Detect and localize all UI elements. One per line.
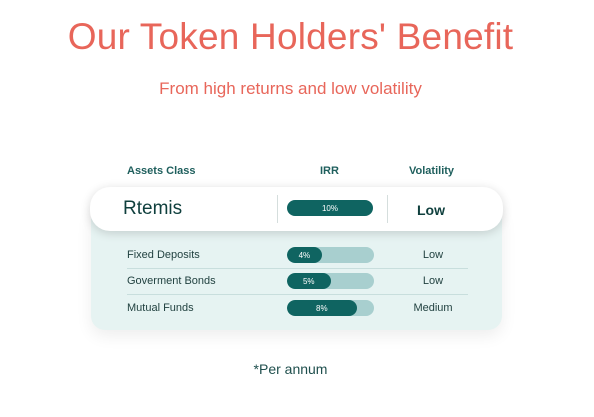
page-subtitle: From high returns and low volatility: [159, 79, 422, 98]
header-volatility: Volatility: [409, 165, 455, 177]
asset-name: Goverment Bonds: [127, 275, 216, 287]
table-row: Mutual Funds 8% Medium: [127, 296, 468, 322]
irr-bar-fill: 8%: [287, 300, 357, 316]
irr-bar-fill: 5%: [287, 273, 331, 289]
irr-bar-fill: 4%: [287, 247, 322, 263]
page-title: Our Token Holders' Benefit: [67, 16, 514, 57]
irr-bar-track: 5%: [287, 273, 374, 289]
header-irr: IRR: [320, 165, 339, 177]
table-row: Fixed Deposits 4% Low: [127, 243, 468, 269]
asset-volatility: Low: [422, 275, 444, 287]
asset-volatility: Medium: [413, 302, 453, 314]
asset-name: Fixed Deposits: [127, 249, 200, 261]
asset-volatility: Low: [422, 249, 444, 261]
featured-volatility: Low: [417, 202, 445, 218]
table-row: Goverment Bonds 5% Low: [127, 269, 468, 295]
column-divider: [387, 195, 388, 223]
table-header: Assets Class IRR Volatility: [0, 165, 594, 181]
irr-bar-track: 4%: [287, 247, 374, 263]
irr-bar-track: 8%: [287, 300, 374, 316]
featured-asset-name: Rtemis: [123, 198, 183, 219]
featured-asset-card: Rtemis 10% Low: [90, 187, 503, 231]
asset-name: Mutual Funds: [127, 302, 194, 314]
header-asset-class: Assets Class: [127, 165, 196, 177]
featured-irr-bar: 10%: [287, 200, 373, 216]
footnote: *Per annum: [253, 361, 328, 377]
column-divider: [277, 195, 278, 223]
